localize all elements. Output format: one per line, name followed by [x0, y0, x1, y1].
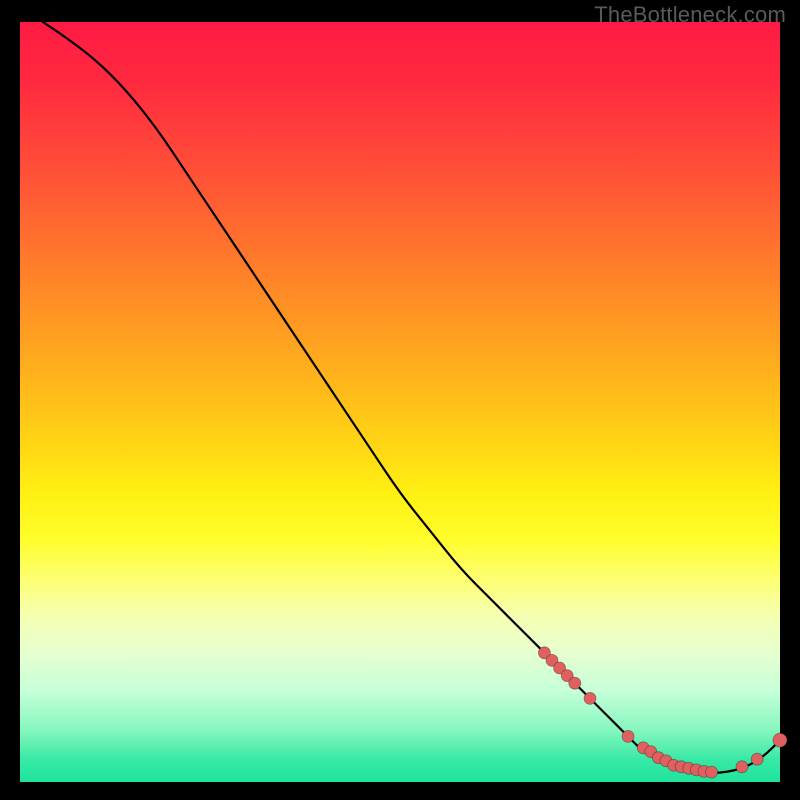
data-point	[584, 692, 596, 704]
data-point	[569, 677, 581, 689]
data-point	[736, 761, 748, 773]
data-point	[751, 753, 763, 765]
data-point	[706, 766, 718, 778]
data-points-group	[538, 647, 787, 778]
chart-overlay	[20, 22, 780, 782]
plot-area	[20, 22, 780, 782]
bottleneck-curve	[43, 22, 780, 773]
chart-stage: TheBottleneck.com	[0, 0, 800, 800]
data-point	[773, 733, 787, 747]
data-point	[622, 730, 634, 742]
